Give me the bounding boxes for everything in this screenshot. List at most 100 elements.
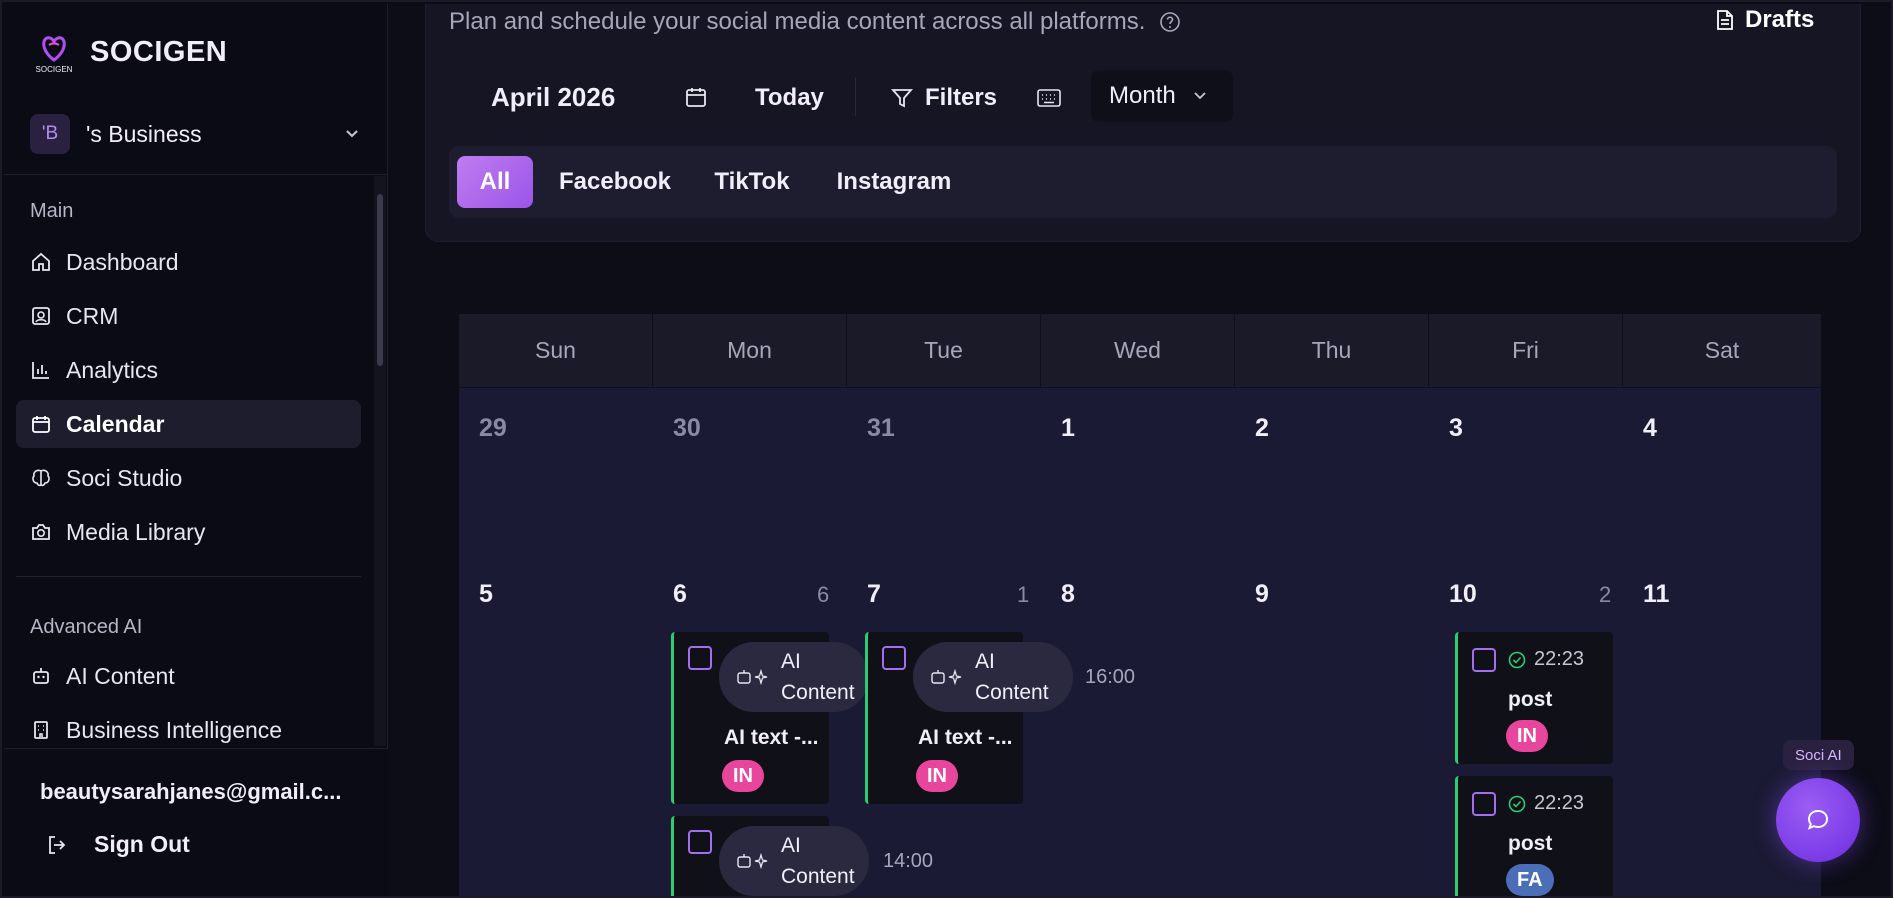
sidebar-item-dashboard[interactable]: Dashboard [16,238,361,286]
day-cell-number[interactable]: 6 [673,580,687,609]
post-select-checkbox[interactable] [1472,792,1496,816]
soci-ai-chat-button[interactable] [1776,778,1860,862]
sidebar-item-label: Calendar [66,410,165,437]
sidebar-item-calendar[interactable]: Calendar [16,400,361,448]
scrollbar-thumb[interactable] [377,194,383,366]
post-time-text: 22:23 [1534,792,1585,814]
tab-all[interactable]: All [457,156,533,208]
sidebar-item-ai-content[interactable]: AI Content [16,652,361,700]
brand[interactable]: SOCIGEN SOCIGEN [32,30,228,75]
day-cell-number[interactable]: 31 [867,414,895,443]
weekday-thu: Thu [1235,314,1429,388]
post-time: 22:23 [1508,792,1584,815]
calendar-picker-icon[interactable] [685,86,707,108]
weekday-sat: Sat [1623,314,1821,388]
weekday-wed: Wed [1041,314,1235,388]
post-select-checkbox[interactable] [1472,648,1496,672]
post-select-checkbox[interactable] [688,830,712,854]
sidebar-scrollbar[interactable] [374,176,386,746]
day-cell-number[interactable]: 29 [479,414,507,443]
post-time-text: 22:23 [1534,648,1585,670]
ai-content-label: AI Content [781,650,855,704]
chevron-down-icon [346,130,358,138]
robot-sparkle-icon [931,669,962,685]
day-cell-number[interactable]: 9 [1255,580,1269,609]
sidebar-divider [16,576,361,577]
weekday-mon: Mon [653,314,847,388]
robot-sparkle-icon [737,853,768,869]
sidebar-item-analytics[interactable]: Analytics [16,346,361,394]
keyboard-icon[interactable] [1037,88,1061,108]
day-cell-number[interactable]: 8 [1061,580,1075,609]
day-cell-number[interactable]: 5 [479,580,493,609]
weekday-sun: Sun [459,314,653,388]
bar-chart-icon [32,362,49,379]
contact-icon [32,307,50,325]
platform-tabs: All Facebook TikTok Instagram [449,146,1837,218]
post-time: 22:23 [1508,648,1584,671]
post-title: AI text -... [918,726,1013,749]
business-avatar: 'B [30,114,70,154]
post-select-checkbox[interactable] [688,646,712,670]
day-cell-number[interactable]: 3 [1449,414,1463,443]
calendar-body: 29 30 31 1 2 3 4 5 6 6 7 1 8 9 10 2 11 A… [459,388,1821,896]
day-cell-number[interactable]: 7 [867,580,881,609]
day-cell-number[interactable]: 11 [1643,580,1669,609]
post-time: 16:00 [1085,666,1136,688]
sidebar-divider [4,174,388,175]
robot-icon [33,668,49,684]
camera-icon [32,524,50,540]
post-card[interactable]: 22:23 post FA [1455,776,1613,896]
day-cell-number[interactable]: 10 [1449,580,1477,609]
sidebar-item-label: Soci Studio [66,464,183,491]
sidebar-item-label: Media Library [66,518,206,545]
svg-text:SOCIGEN: SOCIGEN [36,65,73,74]
sign-out-button[interactable]: Sign Out [46,831,190,858]
post-title: post [1508,832,1553,855]
tab-tiktok[interactable]: TikTok [697,156,807,208]
sidebar-footer: beautysarahjanes@gmail.c... Sign Out [4,748,388,896]
filters-label: Filters [925,84,998,111]
post-title: post [1508,688,1553,711]
ai-content-label: AI Content [975,650,1049,704]
sidebar-item-business-intelligence[interactable]: Business Intelligence [16,706,361,754]
platform-badge-instagram: IN [1506,720,1548,752]
home-icon [32,252,50,271]
sidebar-item-media-library[interactable]: Media Library [16,508,361,556]
view-select[interactable]: Month [1091,70,1233,122]
page-subtitle: Plan and schedule your social media cont… [449,8,1181,36]
day-cell-number[interactable]: 2 [1255,414,1269,443]
sign-out-label: Sign Out [94,831,190,857]
building-icon [34,721,48,739]
drafts-button[interactable]: Drafts [1715,6,1814,34]
business-name: 's Business [86,120,202,147]
filters-button[interactable]: Filters [891,84,997,112]
toolbar-divider [855,78,856,116]
current-month-label: April 2026 [491,82,616,112]
day-cell-number[interactable]: 4 [1643,414,1657,443]
day-cell-number[interactable]: 1 [1061,414,1075,443]
brand-name: SOCIGEN [90,35,228,68]
post-time: 14:00 [883,850,934,872]
app-window: SOCIGEN SOCIGEN 'B 's Business Main Dash… [0,0,1893,898]
platform-badge-instagram: IN [916,760,958,792]
tab-facebook[interactable]: Facebook [545,156,685,208]
platform-badge-instagram: IN [722,760,764,792]
post-card[interactable]: 22:23 post IN [1455,632,1613,764]
chevron-down-icon [1194,92,1206,100]
day-cell-number[interactable]: 30 [673,414,701,443]
sidebar-item-soci-studio[interactable]: Soci Studio [16,454,361,502]
main-content: Plan and schedule your social media cont… [389,4,1891,896]
weekday-fri: Fri [1429,314,1623,388]
post-count: 6 [817,582,830,607]
help-icon[interactable] [1159,11,1181,33]
tab-instagram[interactable]: Instagram [819,156,969,208]
chat-bubble-icon [1807,809,1829,830]
sidebar-item-crm[interactable]: CRM [16,292,361,340]
document-icon [1717,10,1733,30]
ai-content-label: AI Content [781,834,855,888]
today-button[interactable]: Today [755,84,824,112]
business-switcher[interactable]: 'B 's Business [30,112,362,156]
post-select-checkbox[interactable] [882,646,906,670]
brain-icon [32,469,50,487]
